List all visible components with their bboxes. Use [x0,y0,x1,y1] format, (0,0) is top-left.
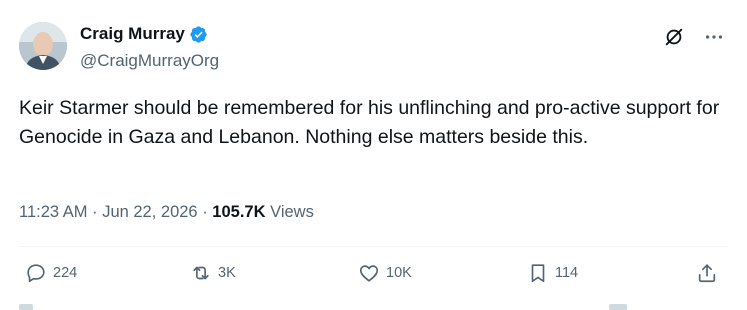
tweet-date[interactable]: Jun 22, 2026 [102,203,197,221]
tweet-card: Craig Murray @CraigMurrayOrg Keir Starme… [0,0,747,310]
author-name-row: Craig Murray [80,24,208,44]
meta-separator: · [202,203,208,221]
author-display-name[interactable]: Craig Murray [80,24,185,44]
tweet-top-actions [663,26,725,48]
like-button[interactable]: 10K [358,262,412,284]
grok-icon[interactable] [663,26,685,48]
divider [19,246,728,247]
tweet-meta: 11:23 AM · Jun 22, 2026 · 105.7K Views [19,203,314,222]
views-label: Views [270,203,314,221]
bookmark-button[interactable]: 114 [527,262,578,284]
share-icon [698,264,716,283]
repost-icon [193,266,209,280]
partial-row-glyph [19,304,33,310]
share-button[interactable] [696,262,718,284]
meta-separator: · [92,203,98,221]
reply-icon [27,264,45,283]
reply-button[interactable]: 224 [25,262,77,284]
repost-button[interactable]: 3K [190,262,236,284]
bookmark-count: 114 [555,265,579,281]
reply-count: 224 [53,265,78,281]
bookmark-icon [531,264,545,283]
like-count: 10K [386,265,412,281]
views-count: 105.7K [212,203,266,221]
more-icon[interactable] [703,26,725,48]
like-icon [359,265,379,282]
repost-count: 3K [218,265,236,281]
author-handle[interactable]: @CraigMurrayOrg [80,51,219,71]
partial-row-glyph [609,304,627,310]
tweet-time[interactable]: 11:23 AM [19,203,88,221]
avatar[interactable] [19,22,67,70]
avatar-image [19,22,67,70]
tweet-action-bar: 224 3K 10K 114 [0,262,747,290]
tweet-text: Keir Starmer should be remembered for hi… [19,97,720,148]
verified-badge-icon[interactable] [189,25,208,44]
